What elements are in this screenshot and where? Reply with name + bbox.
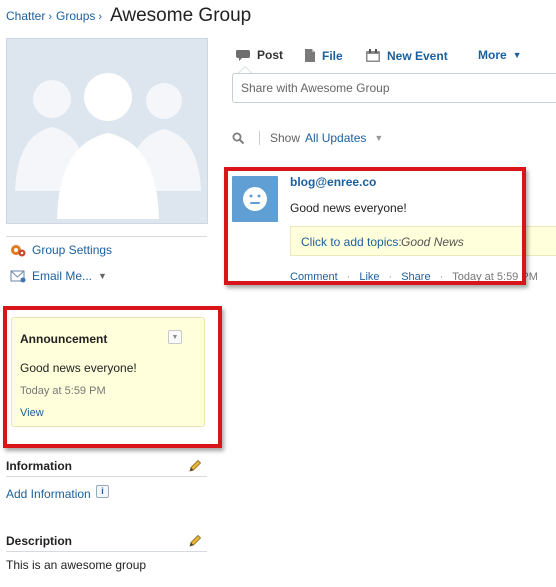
group-settings-link[interactable]: Group Settings [10, 243, 112, 257]
avatar[interactable] [232, 176, 278, 222]
like-link[interactable]: Like [359, 271, 379, 283]
tab-new-event[interactable]: New Event [365, 48, 448, 63]
description-heading: Description [6, 534, 73, 548]
file-icon [305, 49, 315, 62]
comment-link[interactable]: Comment [290, 271, 338, 283]
breadcrumb-separator: › [98, 11, 103, 23]
feed-filter: Show All Updates ▼ [232, 131, 383, 145]
post-author-link[interactable]: blog@enree.co [290, 175, 376, 189]
post-timestamp: Today at 5:59 PM [452, 271, 538, 283]
announcement-text: Good news everyone! [20, 361, 137, 375]
group-people-icon [15, 73, 201, 219]
topic-tag[interactable]: Good News [401, 235, 464, 249]
action-separator: · [388, 271, 393, 283]
announcement-menu-button[interactable]: ▼ [168, 330, 182, 344]
chevron-down-icon[interactable]: ▼ [374, 133, 383, 143]
action-separator: · [346, 271, 351, 283]
information-heading: Information [6, 459, 72, 473]
filter-select[interactable]: All Updates [305, 131, 366, 145]
email-me-label: Email Me... [32, 269, 93, 283]
tab-more-label: More [478, 48, 507, 62]
announcement-view-link[interactable]: View [20, 407, 44, 419]
post-icon [236, 50, 250, 61]
edit-information-icon[interactable] [188, 459, 202, 473]
breadcrumb-groups[interactable]: Groups [56, 9, 95, 23]
smiley-avatar-icon [243, 187, 267, 211]
page-title: Awesome Group [110, 5, 252, 26]
event-icon [366, 49, 380, 62]
chevron-down-icon: ▼ [171, 334, 179, 341]
tab-more[interactable]: More ▼ [472, 48, 522, 62]
topics-bar: Click to add topics: Good News [290, 226, 556, 256]
breadcrumb-separator: › [48, 11, 53, 23]
email-me-menu[interactable]: Email Me... ▼ [10, 269, 107, 283]
group-settings-label: Group Settings [32, 243, 113, 257]
post-actions: Comment · Like · Share · Today at 5:59 P… [290, 271, 538, 283]
add-topics-link[interactable]: Click to add topics: [301, 235, 402, 249]
tab-pointer [238, 66, 252, 73]
divider [6, 551, 207, 552]
announcement-panel: Announcement ▼ Good news everyone! Today… [11, 317, 205, 427]
gear-icon [11, 245, 26, 257]
divider [6, 236, 207, 237]
email-icon [10, 270, 26, 283]
chevron-down-icon: ▼ [98, 271, 107, 281]
tab-new-event-label: New Event [387, 48, 448, 63]
breadcrumb: Chatter › Groups › Awesome Group [6, 4, 252, 26]
share-input[interactable] [232, 73, 556, 103]
filter-show-label: Show [270, 131, 301, 145]
divider [6, 476, 207, 477]
announcement-title: Announcement [20, 332, 108, 346]
tab-file-label: File [322, 48, 343, 63]
group-photo [6, 38, 208, 224]
post-body: Good news everyone! [290, 201, 407, 215]
share-link[interactable]: Share [401, 271, 430, 283]
search-icon[interactable] [232, 132, 245, 145]
info-icon[interactable]: i [96, 485, 109, 498]
announcement-timestamp: Today at 5:59 PM [20, 385, 106, 397]
breadcrumb-chatter[interactable]: Chatter [6, 9, 45, 23]
action-separator: · [439, 271, 444, 283]
edit-description-icon[interactable] [188, 534, 202, 548]
description-text: This is an awesome group [6, 558, 147, 572]
add-information-link[interactable]: Add Information [6, 487, 91, 501]
chevron-down-icon: ▼ [512, 50, 522, 60]
filter-divider [259, 131, 260, 145]
tab-post-label: Post [257, 48, 284, 62]
tab-file[interactable]: File [304, 48, 343, 63]
tab-post[interactable]: Post [235, 48, 283, 62]
